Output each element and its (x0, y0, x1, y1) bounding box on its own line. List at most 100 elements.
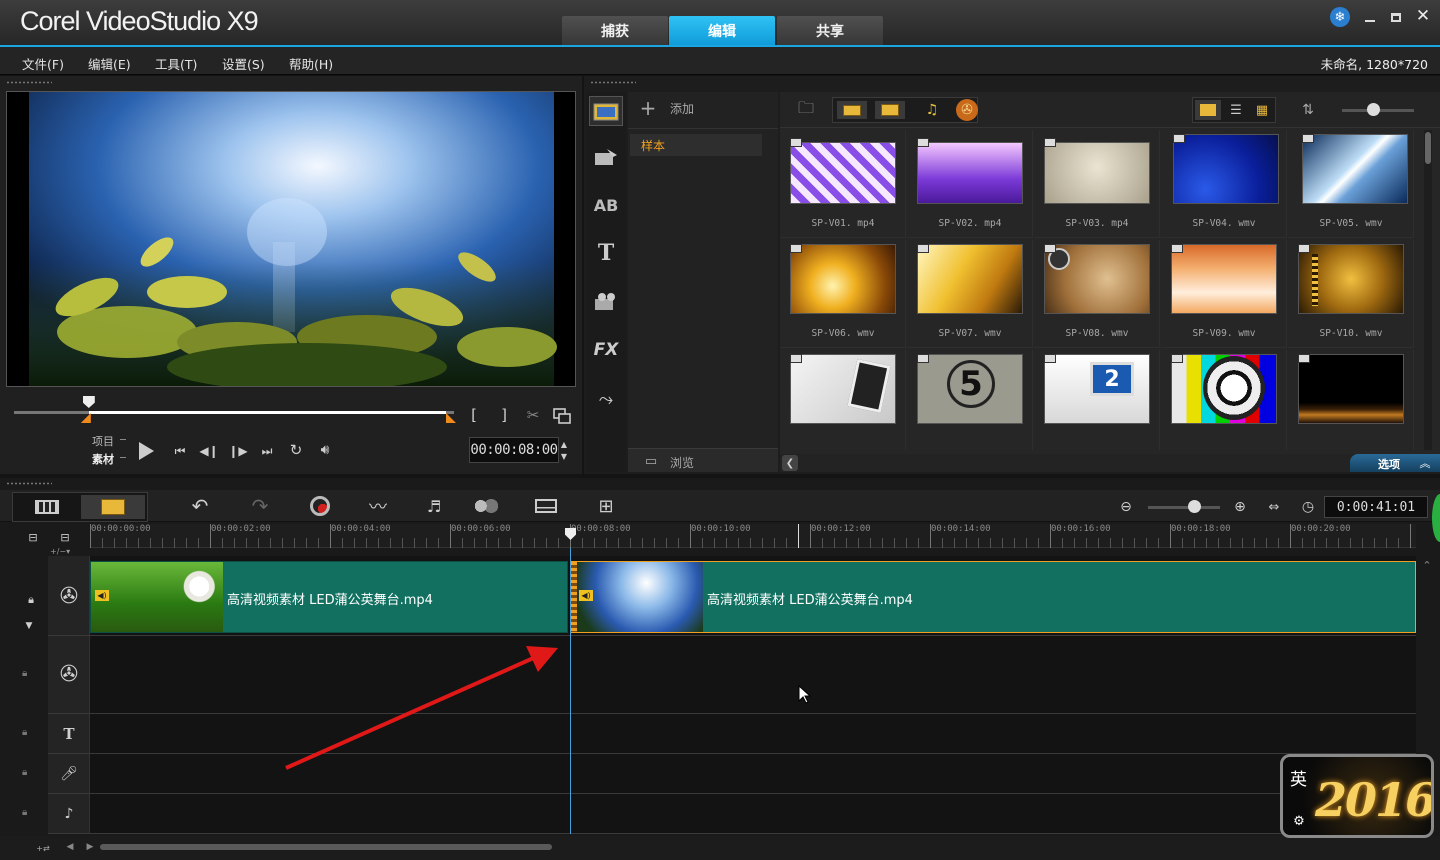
music-note-icon[interactable]: ♫ (917, 101, 947, 119)
scroll-right-icon[interactable]: ▶ (84, 840, 96, 854)
overlay-track[interactable] (48, 636, 1416, 714)
minimize-button[interactable] (1361, 8, 1379, 26)
thumbnail-item[interactable]: SP-V01. mp4 (780, 130, 906, 238)
video-preview[interactable] (6, 91, 576, 387)
import-folder-icon[interactable]: 🗀︎ (794, 98, 818, 121)
repeat-icon[interactable]: ↻ (286, 441, 306, 459)
filter-fx-category-icon[interactable]: FX (589, 335, 623, 365)
enlarge-preview-button[interactable] (551, 405, 573, 427)
storyboard-view-button[interactable] (15, 495, 79, 519)
browse-button[interactable]: ▭ 浏览 (628, 448, 778, 472)
thumbnail-item[interactable]: SP-V09. wmv (1161, 240, 1287, 348)
play-button[interactable] (134, 440, 158, 462)
zoom-slider-knob[interactable] (1188, 500, 1201, 513)
mark-in-button[interactable]: [ (466, 405, 482, 425)
thumbnail-item[interactable]: 2 (1034, 350, 1160, 450)
sort-icon[interactable]: ⇅ (1296, 98, 1320, 122)
library-scroll-thumb[interactable] (1425, 132, 1431, 164)
options-button[interactable]: 选项 ︽ (1350, 454, 1440, 472)
timeline-grip[interactable] (6, 482, 52, 485)
restore-button[interactable] (1387, 8, 1405, 26)
thumbnail-item[interactable]: SP-V05. wmv (1288, 130, 1414, 238)
show-video-button[interactable] (837, 101, 867, 119)
show-photo-button[interactable] (875, 101, 905, 119)
track-expand-icon[interactable]: ▼ (22, 620, 36, 632)
subtitle-editor-button[interactable] (530, 492, 562, 520)
music-track[interactable] (48, 794, 1416, 834)
snowflake-icon[interactable]: ❄ (1330, 7, 1350, 27)
collapse-left-icon[interactable]: ❮ (782, 455, 798, 471)
track-manager-icon[interactable]: ⊟ (22, 530, 44, 544)
film-reel-icon[interactable]: ✇ (56, 662, 82, 687)
thumbnail-item[interactable] (1288, 350, 1414, 450)
thumbnail-item[interactable]: SP-V08. wmv (1034, 240, 1160, 348)
view-storyboard-button[interactable] (1195, 100, 1221, 120)
graphics-category[interactable] (589, 286, 623, 316)
timeline-clip[interactable]: ◀) 高清视频素材 LED蒲公英舞台.mp4 (90, 561, 568, 633)
ripple-edit-toggle[interactable]: +/−▾ (50, 547, 70, 556)
motion-tracking-button[interactable] (470, 492, 502, 520)
menu-tools[interactable]: 工具(T) (155, 54, 197, 73)
sound-mixer-icon[interactable]: 〰 (362, 492, 394, 520)
scissors-icon[interactable]: ✂ (523, 405, 543, 425)
auto-music-icon[interactable]: ♬ (418, 492, 450, 520)
zoom-slider[interactable] (1148, 506, 1220, 509)
lock-icon[interactable]: 🔒︎ (22, 807, 27, 818)
lock-icon[interactable]: 🔒︎ (22, 767, 27, 778)
thumbnail-item[interactable] (1161, 350, 1287, 450)
mode-project[interactable]: 项目 (92, 433, 114, 449)
track-visibility-icon[interactable]: 🔒︎ (18, 592, 44, 608)
title-track-icon[interactable]: T (58, 724, 80, 744)
redo-icon[interactable]: ↷ (244, 492, 276, 520)
add-folder-icon[interactable]: + (640, 96, 657, 120)
transition-category-icon[interactable]: AB (589, 190, 623, 220)
music-track-icon[interactable]: ♪ (58, 804, 80, 824)
insert-mode-icon[interactable]: +⇄ (32, 841, 54, 855)
thumbnail-item[interactable]: SP-V07. wmv (907, 240, 1033, 348)
undo-icon[interactable]: ↶ (184, 492, 216, 520)
previous-frame-icon[interactable]: ◀❙ (199, 442, 219, 460)
path-category-icon[interactable]: ⤳ (589, 384, 623, 414)
chapter-point-icon[interactable]: ⊟ (54, 530, 76, 544)
tab-capture[interactable]: 捕获 (562, 16, 668, 46)
menu-edit[interactable]: 编辑(E) (88, 54, 131, 73)
tab-edit[interactable]: 编辑 (669, 16, 775, 46)
timeline-scroll-thumb[interactable] (100, 844, 552, 850)
lock-icon[interactable]: 🔒︎ (22, 668, 27, 679)
fit-project-icon[interactable]: ⇔ (1264, 497, 1284, 517)
lock-icon[interactable]: 🔒︎ (22, 727, 27, 738)
microphone-icon[interactable]: 🎤︎ (58, 764, 80, 784)
thumbnail-item[interactable]: SP-V06. wmv (780, 240, 906, 348)
thumbnail-item[interactable]: SP-V10. wmv (1288, 240, 1414, 348)
timecode-display[interactable]: 00:00:08:00 (469, 437, 559, 463)
menu-file[interactable]: 文件(F) (22, 54, 64, 73)
track-scroll-up-icon[interactable]: ⌃ (1420, 558, 1434, 572)
view-list-icon[interactable]: ☰ (1223, 100, 1249, 120)
instant-project-category[interactable] (589, 142, 623, 172)
panel-grip[interactable] (6, 81, 52, 84)
film-reel-icon[interactable]: ✇ (56, 584, 82, 609)
duration-clock-icon[interactable]: ◷ (1298, 497, 1318, 517)
thumbnail-item[interactable]: SP-V02. mp4 (907, 130, 1033, 238)
thumbnail-item[interactable]: SP-V03. mp4 (1034, 130, 1160, 238)
zoom-out-icon[interactable]: ⊖ (1116, 497, 1136, 517)
thumbnail-item[interactable]: 5 (907, 350, 1033, 450)
thumbnail-item[interactable] (780, 350, 906, 450)
zoom-in-icon[interactable]: ⊕ (1230, 497, 1250, 517)
tab-share[interactable]: 共享 (777, 16, 883, 46)
volume-icon[interactable]: 🔊︎ (314, 441, 336, 459)
multi-camera-icon[interactable]: ⊞ (590, 492, 622, 520)
close-icon[interactable]: ✕ (1414, 6, 1432, 26)
film-reel-icon[interactable]: ✇ (956, 99, 978, 121)
add-folder-label[interactable]: 添加 (670, 100, 694, 117)
title-track[interactable] (48, 714, 1416, 754)
menu-help[interactable]: 帮助(H) (289, 54, 333, 73)
ime-widget[interactable]: 英 2016 ⚙ (1280, 754, 1434, 838)
scroll-left-icon[interactable]: ◀ (64, 840, 76, 854)
thumbnail-item[interactable]: SP-V04. wmv (1161, 130, 1287, 238)
mark-out-button[interactable]: ] (496, 405, 512, 425)
voice-track[interactable] (48, 754, 1416, 794)
title-category-icon[interactable]: T (589, 238, 623, 268)
library-grip[interactable] (590, 81, 636, 84)
next-frame-icon[interactable]: ❙▶ (228, 442, 248, 460)
